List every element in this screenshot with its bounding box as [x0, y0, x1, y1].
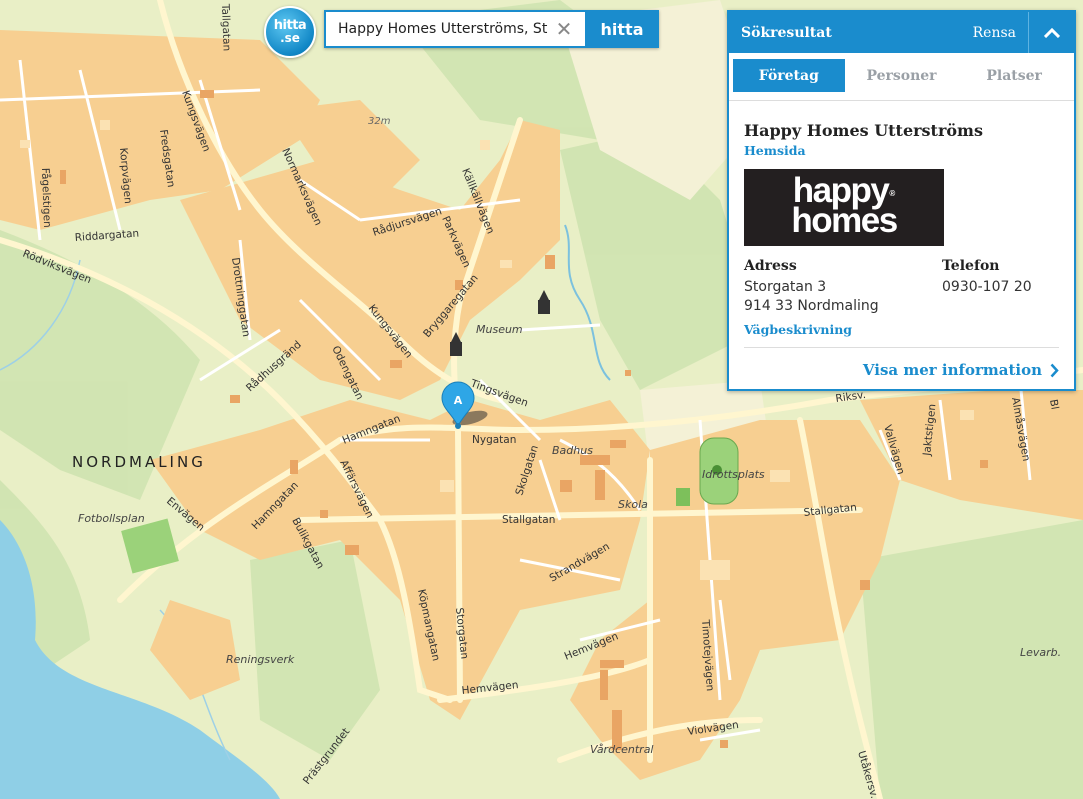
chevron-right-icon — [1050, 363, 1059, 377]
company-logo-text-2: homes — [791, 201, 898, 240]
tab-foretag[interactable]: Företag — [733, 59, 845, 92]
marker-label: A — [454, 394, 463, 407]
idrottsplats-label: Idrottsplats — [702, 468, 765, 481]
company-logo[interactable]: happy® homes — [744, 169, 944, 246]
search-field: ✕ — [324, 10, 585, 48]
company-logo-reg: ® — [889, 189, 896, 198]
address-line-2: 914 33 Nordmaling — [744, 298, 879, 314]
street-label: Bl — [1047, 398, 1061, 410]
result-card: Happy Homes Utterströms Hemsida happy® h… — [729, 101, 1074, 379]
panel-title: Sökresultat — [741, 24, 832, 41]
search-results-panel: Sökresultat Rensa Företag Personer Plats… — [727, 10, 1076, 391]
chevron-up-icon — [1043, 27, 1060, 38]
divider — [744, 347, 1059, 348]
more-info-label: Visa mer information — [862, 361, 1042, 379]
phone-label: Telefon — [942, 258, 1000, 274]
street-label: Stallgatan — [502, 514, 555, 526]
contact-info: Adress Storgatan 3 914 33 Nordmaling Väg… — [744, 258, 1059, 338]
street-label: Nygatan — [472, 434, 516, 446]
clear-search-icon[interactable]: ✕ — [548, 14, 580, 44]
fotbollsplan-label: Fotbollsplan — [78, 512, 145, 525]
town-label: NORDMALING — [72, 453, 206, 471]
street-label: Tallgatan — [219, 3, 233, 52]
homepage-link[interactable]: Hemsida — [744, 143, 806, 158]
address-label: Adress — [744, 258, 797, 274]
hitta-logo[interactable]: hitta .se — [264, 6, 316, 58]
search-bar: ✕ hitta — [324, 10, 659, 48]
street-label: Fågelstigen — [39, 168, 54, 228]
museum-label: Museum — [476, 323, 523, 336]
badhus-label: Badhus — [552, 444, 593, 457]
directions-link[interactable]: Vägbeskrivning — [744, 322, 852, 337]
elevation-label: 32m — [368, 116, 391, 127]
address-line-1: Storgatan 3 — [744, 279, 827, 295]
search-input[interactable] — [326, 14, 548, 44]
company-name: Happy Homes Utterströms — [744, 121, 983, 140]
vardcentral-label: Vårdcentral — [590, 743, 654, 756]
tab-personer[interactable]: Personer — [845, 59, 959, 92]
skola-label: Skola — [618, 498, 648, 511]
levarb-label: Levarb. — [1020, 646, 1061, 659]
more-info-link[interactable]: Visa mer information — [744, 361, 1059, 379]
search-button[interactable]: hitta — [585, 10, 659, 48]
panel-header: Sökresultat Rensa — [729, 12, 1074, 53]
logo-domain: .se — [280, 31, 300, 45]
reningsverk-label: Reningsverk — [226, 653, 295, 666]
phone-number[interactable]: 0930-107 20 — [942, 278, 1032, 297]
clear-results-button[interactable]: Rensa — [961, 25, 1028, 41]
result-tabs: Företag Personer Platser — [729, 53, 1074, 101]
collapse-panel-button[interactable] — [1028, 12, 1074, 53]
tab-platser[interactable]: Platser — [958, 59, 1070, 92]
